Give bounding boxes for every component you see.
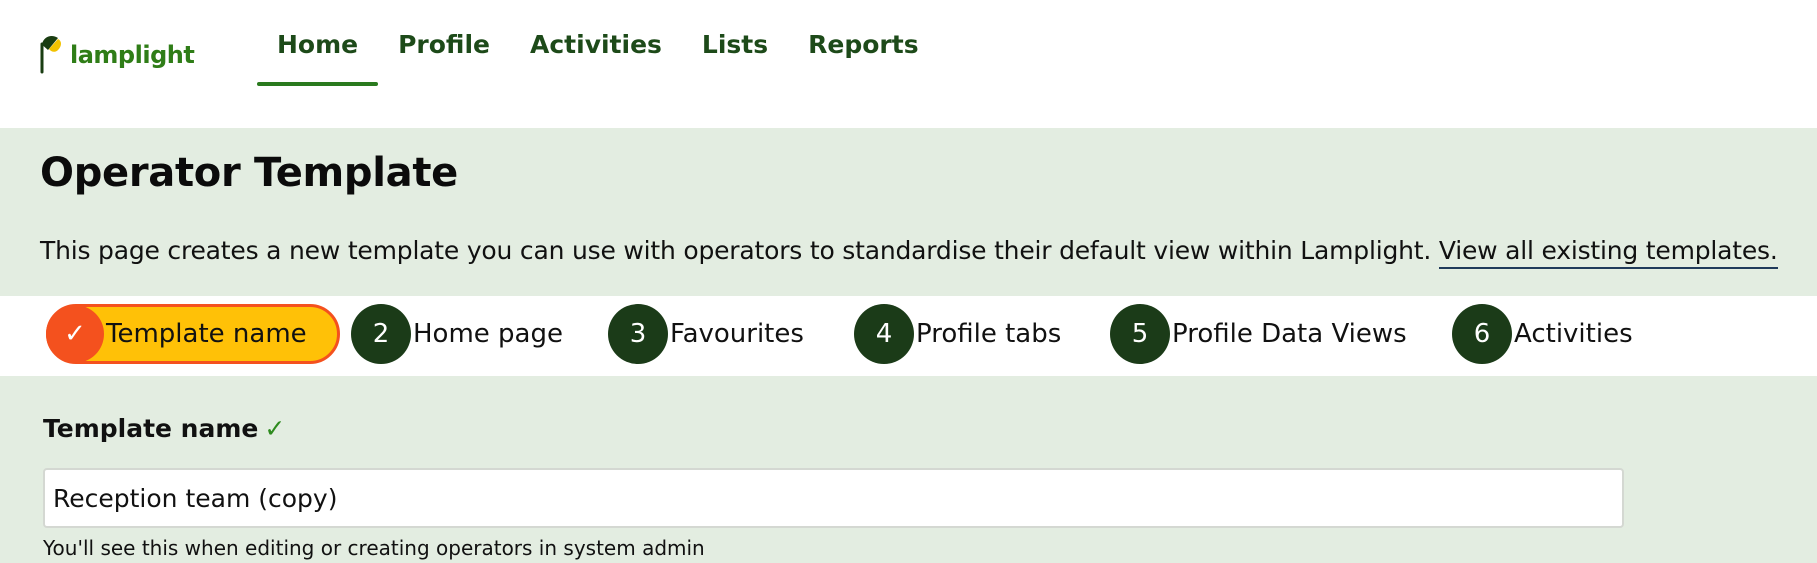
step-favourites[interactable]: 3 Favourites: [608, 304, 804, 364]
logo-text: lamplight: [70, 41, 195, 69]
template-name-label: Template name ✓: [43, 414, 285, 443]
step-number: 6: [1452, 304, 1512, 364]
step-profile-data-views[interactable]: 5 Profile Data Views: [1110, 304, 1407, 364]
page-title: Operator Template: [40, 150, 459, 196]
template-name-label-text: Template name: [43, 414, 259, 443]
lamplight-logo[interactable]: lamplight: [38, 28, 195, 74]
wizard-steps: ✓ Template name 2 Home page 3 Favourites…: [0, 296, 1817, 376]
step-number: 2: [351, 304, 411, 364]
step-label: Template name: [106, 319, 307, 349]
template-name-input[interactable]: [43, 468, 1624, 528]
template-name-help-text: You'll see this when editing or creating…: [43, 536, 705, 560]
nav-item-activities[interactable]: Activities: [510, 0, 682, 88]
view-all-templates-link[interactable]: View all existing templates.: [1438, 236, 1778, 269]
template-name-form: Template name✓ You'll see this when edit…: [0, 376, 1817, 563]
nav-item-home[interactable]: Home: [257, 0, 379, 88]
step-template-name[interactable]: ✓ Template name: [46, 304, 340, 364]
lamp-icon: [38, 32, 68, 74]
check-icon: ✓: [46, 305, 104, 363]
step-home-page[interactable]: 2 Home page: [351, 304, 563, 364]
step-label: Profile tabs: [916, 319, 1062, 349]
main-nav: Home Profile Activities Lists Reports: [257, 0, 939, 88]
step-label: Activities: [1514, 319, 1633, 349]
nav-item-profile[interactable]: Profile: [378, 0, 510, 88]
step-profile-tabs[interactable]: 4 Profile tabs: [854, 304, 1061, 364]
nav-item-reports[interactable]: Reports: [788, 0, 938, 88]
step-number: 3: [608, 304, 668, 364]
step-label: Profile Data Views: [1172, 319, 1407, 349]
step-number: 4: [854, 304, 914, 364]
step-label: Favourites: [670, 319, 804, 349]
nav-item-lists[interactable]: Lists: [682, 0, 788, 88]
step-label: Home page: [413, 319, 563, 349]
intro-description: This page creates a new template you can…: [40, 236, 1432, 265]
intro-text: This page creates a new template you can…: [40, 236, 1778, 269]
top-navigation-bar: lamplight Home Profile Activities Lists …: [0, 0, 1817, 128]
page-header-banner: Operator Template This page creates a ne…: [0, 128, 1817, 296]
step-number: 5: [1110, 304, 1170, 364]
step-activities[interactable]: 6 Activities: [1452, 304, 1633, 364]
check-icon: ✓: [264, 414, 286, 443]
